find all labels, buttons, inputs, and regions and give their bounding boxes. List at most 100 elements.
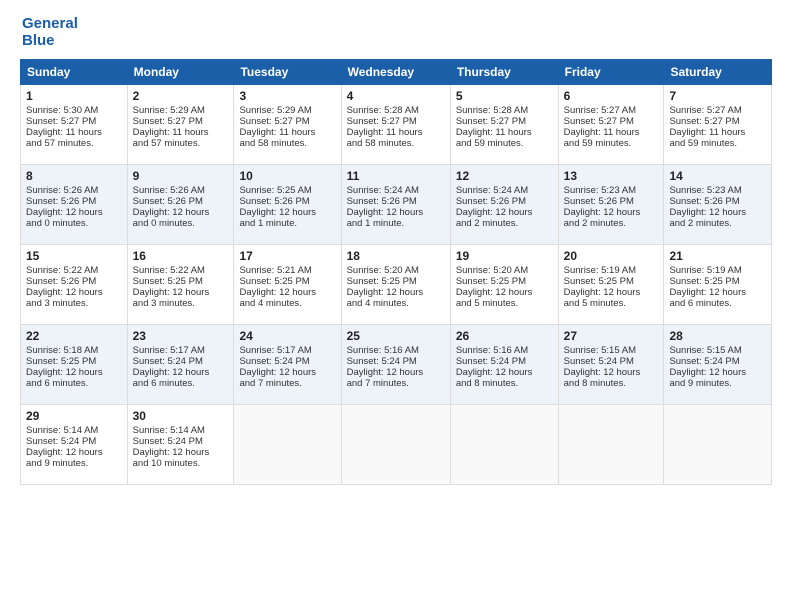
day-info: Daylight: 12 hours bbox=[564, 207, 659, 218]
day-info: and 0 minutes. bbox=[133, 218, 229, 229]
day-number: 22 bbox=[26, 329, 122, 343]
calendar-cell bbox=[664, 405, 772, 485]
day-info: Sunrise: 5:28 AM bbox=[456, 105, 553, 116]
day-info: and 4 minutes. bbox=[347, 298, 445, 309]
day-number: 7 bbox=[669, 89, 766, 103]
day-info: Sunrise: 5:23 AM bbox=[669, 185, 766, 196]
calendar-header-row: SundayMondayTuesdayWednesdayThursdayFrid… bbox=[21, 60, 772, 85]
day-info: Sunrise: 5:30 AM bbox=[26, 105, 122, 116]
day-info: Sunset: 5:25 PM bbox=[133, 276, 229, 287]
day-info: Sunset: 5:24 PM bbox=[564, 356, 659, 367]
day-info: Daylight: 12 hours bbox=[26, 447, 122, 458]
calendar-cell: 1Sunrise: 5:30 AMSunset: 5:27 PMDaylight… bbox=[21, 85, 128, 165]
day-info: Daylight: 12 hours bbox=[133, 367, 229, 378]
day-info: and 7 minutes. bbox=[347, 378, 445, 389]
day-info: Sunrise: 5:19 AM bbox=[564, 265, 659, 276]
day-info: Sunrise: 5:26 AM bbox=[133, 185, 229, 196]
calendar-week-row: 22Sunrise: 5:18 AMSunset: 5:25 PMDayligh… bbox=[21, 325, 772, 405]
day-number: 30 bbox=[133, 409, 229, 423]
day-info: Sunrise: 5:21 AM bbox=[239, 265, 335, 276]
calendar-cell bbox=[450, 405, 558, 485]
day-number: 20 bbox=[564, 249, 659, 263]
day-info: Sunrise: 5:15 AM bbox=[564, 345, 659, 356]
day-info: Daylight: 12 hours bbox=[133, 447, 229, 458]
day-info: and 8 minutes. bbox=[564, 378, 659, 389]
day-info: Daylight: 11 hours bbox=[347, 127, 445, 138]
calendar-cell: 28Sunrise: 5:15 AMSunset: 5:24 PMDayligh… bbox=[664, 325, 772, 405]
calendar-cell bbox=[558, 405, 664, 485]
day-info: and 9 minutes. bbox=[669, 378, 766, 389]
calendar-cell: 6Sunrise: 5:27 AMSunset: 5:27 PMDaylight… bbox=[558, 85, 664, 165]
day-number: 28 bbox=[669, 329, 766, 343]
day-info: Sunset: 5:26 PM bbox=[133, 196, 229, 207]
calendar-cell: 19Sunrise: 5:20 AMSunset: 5:25 PMDayligh… bbox=[450, 245, 558, 325]
logo: General Blue GeneralBlue bbox=[20, 16, 78, 49]
day-info: Daylight: 12 hours bbox=[669, 207, 766, 218]
day-number: 6 bbox=[564, 89, 659, 103]
day-info: and 8 minutes. bbox=[456, 378, 553, 389]
day-info: Daylight: 12 hours bbox=[133, 287, 229, 298]
day-info: and 57 minutes. bbox=[133, 138, 229, 149]
calendar-week-row: 29Sunrise: 5:14 AMSunset: 5:24 PMDayligh… bbox=[21, 405, 772, 485]
day-info: Sunset: 5:25 PM bbox=[456, 276, 553, 287]
day-info: Sunset: 5:27 PM bbox=[239, 116, 335, 127]
day-info: Daylight: 12 hours bbox=[26, 287, 122, 298]
day-info: Sunset: 5:27 PM bbox=[26, 116, 122, 127]
day-info: Daylight: 12 hours bbox=[669, 287, 766, 298]
day-info: Sunset: 5:24 PM bbox=[133, 436, 229, 447]
day-info: and 5 minutes. bbox=[456, 298, 553, 309]
header: General Blue GeneralBlue bbox=[20, 16, 772, 49]
col-header-thursday: Thursday bbox=[450, 60, 558, 85]
day-info: Daylight: 12 hours bbox=[456, 207, 553, 218]
day-info: and 59 minutes. bbox=[456, 138, 553, 149]
day-number: 9 bbox=[133, 169, 229, 183]
day-info: Sunset: 5:24 PM bbox=[456, 356, 553, 367]
day-info: Sunset: 5:26 PM bbox=[26, 196, 122, 207]
day-number: 10 bbox=[239, 169, 335, 183]
calendar-cell: 20Sunrise: 5:19 AMSunset: 5:25 PMDayligh… bbox=[558, 245, 664, 325]
calendar-cell: 30 Sunrise: 5:14 AMSunset: 5:24 PMDayligh… bbox=[127, 405, 234, 485]
day-info: and 2 minutes. bbox=[669, 218, 766, 229]
day-info: Sunset: 5:26 PM bbox=[26, 276, 122, 287]
calendar-cell bbox=[234, 405, 341, 485]
day-info: Sunset: 5:27 PM bbox=[669, 116, 766, 127]
day-info: and 10 minutes. bbox=[133, 458, 229, 469]
day-number: 21 bbox=[669, 249, 766, 263]
day-info: and 0 minutes. bbox=[26, 218, 122, 229]
col-header-tuesday: Tuesday bbox=[234, 60, 341, 85]
day-info: Sunrise: 5:24 AM bbox=[347, 185, 445, 196]
day-info: and 59 minutes. bbox=[564, 138, 659, 149]
day-info: and 3 minutes. bbox=[26, 298, 122, 309]
day-number: 4 bbox=[347, 89, 445, 103]
day-info: Daylight: 12 hours bbox=[239, 207, 335, 218]
day-info: and 3 minutes. bbox=[133, 298, 229, 309]
day-number: 5 bbox=[456, 89, 553, 103]
day-info: Sunset: 5:26 PM bbox=[239, 196, 335, 207]
day-info: Sunset: 5:26 PM bbox=[564, 196, 659, 207]
day-info: and 4 minutes. bbox=[239, 298, 335, 309]
day-info: Daylight: 11 hours bbox=[239, 127, 335, 138]
logo-text: GeneralBlue bbox=[22, 16, 78, 49]
day-info: Sunset: 5:25 PM bbox=[239, 276, 335, 287]
day-info: Daylight: 11 hours bbox=[133, 127, 229, 138]
calendar-cell: 3Sunrise: 5:29 AMSunset: 5:27 PMDaylight… bbox=[234, 85, 341, 165]
day-info: Daylight: 12 hours bbox=[239, 367, 335, 378]
col-header-sunday: Sunday bbox=[21, 60, 128, 85]
day-info: Sunrise: 5:14 AM bbox=[133, 425, 229, 436]
day-info: Sunrise: 5:17 AM bbox=[239, 345, 335, 356]
day-info: and 2 minutes. bbox=[564, 218, 659, 229]
calendar-week-row: 8Sunrise: 5:26 AMSunset: 5:26 PMDaylight… bbox=[21, 165, 772, 245]
day-info: and 1 minute. bbox=[239, 218, 335, 229]
day-info: Daylight: 12 hours bbox=[347, 367, 445, 378]
calendar-cell: 13Sunrise: 5:23 AMSunset: 5:26 PMDayligh… bbox=[558, 165, 664, 245]
day-number: 14 bbox=[669, 169, 766, 183]
calendar-cell: 12Sunrise: 5:24 AMSunset: 5:26 PMDayligh… bbox=[450, 165, 558, 245]
day-info: Sunrise: 5:17 AM bbox=[133, 345, 229, 356]
day-info: Sunset: 5:27 PM bbox=[133, 116, 229, 127]
day-info: Daylight: 12 hours bbox=[133, 207, 229, 218]
calendar-cell: 21Sunrise: 5:19 AMSunset: 5:25 PMDayligh… bbox=[664, 245, 772, 325]
day-info: Sunrise: 5:19 AM bbox=[669, 265, 766, 276]
calendar-cell: 14Sunrise: 5:23 AMSunset: 5:26 PMDayligh… bbox=[664, 165, 772, 245]
day-info: and 7 minutes. bbox=[239, 378, 335, 389]
calendar-cell: 2Sunrise: 5:29 AMSunset: 5:27 PMDaylight… bbox=[127, 85, 234, 165]
